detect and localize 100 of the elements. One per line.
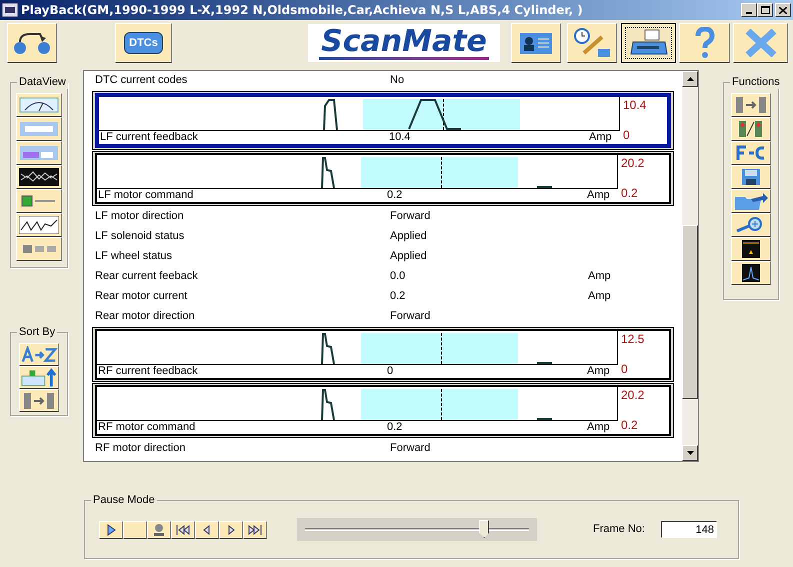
frame-number-field[interactable]: 148: [660, 521, 717, 538]
group-title: DataView: [17, 75, 68, 89]
scrollbar[interactable]: [682, 71, 698, 461]
vehicle-info-button[interactable]: [511, 23, 561, 63]
parameter-value: 10.4: [389, 131, 412, 144]
function-button[interactable]: [731, 117, 771, 141]
unit-label: Amp: [587, 189, 610, 202]
swap-columns-icon: [21, 392, 57, 410]
axis-min: 0.2: [621, 418, 639, 432]
playback-control-button[interactable]: [99, 520, 123, 538]
view-mode-button[interactable]: [16, 93, 62, 117]
maximize-button[interactable]: [757, 3, 773, 17]
graph-panel[interactable]: LF current feedback 10.4 Amp 10.4 0: [95, 93, 671, 148]
parameter-name: LF solenoid status: [95, 229, 186, 244]
cursor-line: [443, 99, 444, 130]
graph-panel[interactable]: RF motor command 0.2 Amp 20.2 0.2: [95, 385, 671, 436]
bar-meter-icon: [19, 145, 59, 161]
tape-reel-icon: [12, 30, 52, 56]
playback-button[interactable]: [7, 23, 57, 63]
parameter-value: Forward: [390, 309, 432, 324]
cursor-line: [441, 389, 442, 420]
parameter-value: Applied: [390, 249, 428, 264]
signal-pulse: [321, 157, 335, 188]
scanmate-logo: ScanMate: [308, 24, 500, 62]
down-arrow-icon: [686, 451, 694, 455]
axis-max: 12.5: [621, 332, 644, 346]
playback-control-button[interactable]: [243, 520, 267, 538]
up-arrow-icon: [686, 77, 694, 81]
function-button[interactable]: [731, 213, 771, 237]
function-button[interactable]: [731, 93, 771, 117]
help-button[interactable]: [679, 23, 730, 63]
print-button[interactable]: [621, 23, 676, 63]
axis-min: 0.2: [621, 186, 639, 200]
unit-label: Amp: [589, 131, 612, 144]
digital-display-icon: [19, 121, 59, 137]
window-title: PlayBack(GM,1990-1999 L-X,1992 N,Oldsmobile,Car,Achieva N,S L,ABS,4 Cylinder, ): [21, 2, 584, 19]
sort-button[interactable]: [19, 366, 59, 389]
step-back-icon: [203, 524, 211, 534]
line-graph-icon: [19, 216, 59, 234]
playback-control-button[interactable]: [123, 520, 147, 538]
unit-label: Amp: [587, 365, 610, 378]
maximize-icon: [760, 6, 770, 14]
group-title: Functions: [730, 75, 782, 89]
parameter-value: 0: [387, 365, 394, 378]
unit-label: Amp: [587, 421, 610, 434]
parameter-name: Rear current feeback: [95, 269, 199, 284]
sort-graph-icon: [20, 368, 58, 388]
close-window-button[interactable]: [775, 3, 791, 17]
axis-max: 10.4: [623, 98, 646, 112]
view-mode-button[interactable]: [16, 213, 62, 237]
graph-panel[interactable]: RF current feedback 0 Amp 12.5 0: [95, 329, 671, 380]
function-button[interactable]: [731, 261, 771, 285]
playback-control-button[interactable]: [171, 520, 195, 538]
parameter-value: Forward: [390, 209, 432, 224]
group-title: Sort By: [17, 325, 58, 339]
folder-arrow-icon: [733, 191, 769, 211]
skip-back-icon: [176, 524, 190, 534]
function-button[interactable]: [731, 237, 771, 261]
graph-panel[interactable]: LF motor command 0.2 Amp 20.2 0.2: [95, 153, 671, 204]
scroll-up-button[interactable]: [682, 71, 698, 87]
close-icon: [779, 6, 787, 14]
frame-slider[interactable]: [297, 518, 537, 541]
parameter-value: No: [390, 73, 406, 88]
id-card-icon: [519, 30, 553, 56]
view-mode-button[interactable]: [16, 237, 62, 261]
slider-thumb[interactable]: [479, 520, 490, 538]
minimize-button[interactable]: [741, 3, 757, 17]
parameter-name: RF motor direction: [95, 441, 186, 456]
play-icon: [106, 524, 116, 536]
view-mode-button[interactable]: [16, 141, 62, 165]
parameter-name: RF current feedback: [97, 365, 199, 378]
view-mode-button[interactable]: [16, 189, 62, 213]
function-button[interactable]: [731, 189, 771, 213]
parameter-name: LF motor direction: [95, 209, 185, 224]
playback-control-button[interactable]: [147, 520, 171, 538]
cursor-line: [441, 157, 442, 188]
signal-pulse: [321, 389, 335, 420]
record-icon: [152, 522, 166, 536]
minimize-icon: [746, 12, 752, 14]
playback-control-button[interactable]: [219, 520, 243, 538]
sort-button[interactable]: [19, 389, 59, 412]
view-mode-button[interactable]: [16, 117, 62, 141]
close-icon: [744, 29, 778, 57]
schedule-button[interactable]: [567, 23, 617, 63]
gauge-icon: [19, 97, 59, 113]
parameter-name: LF wheel status: [95, 249, 174, 264]
playback-control-button[interactable]: [195, 520, 219, 538]
oscilloscope-icon: [19, 168, 59, 186]
parameter-value: 0.2: [387, 189, 404, 202]
frame-label: Frame No:: [593, 522, 645, 538]
frame-view-icon: [741, 239, 761, 259]
sort-button[interactable]: [19, 343, 59, 366]
function-button[interactable]: [731, 165, 771, 189]
function-button[interactable]: [731, 141, 771, 165]
close-button[interactable]: [733, 23, 788, 63]
scroll-thumb[interactable]: [682, 225, 698, 399]
view-mode-button[interactable]: [16, 165, 62, 189]
scroll-down-button[interactable]: [682, 445, 698, 461]
cursor-line: [441, 333, 442, 364]
swap-columns-icon: [733, 96, 769, 114]
